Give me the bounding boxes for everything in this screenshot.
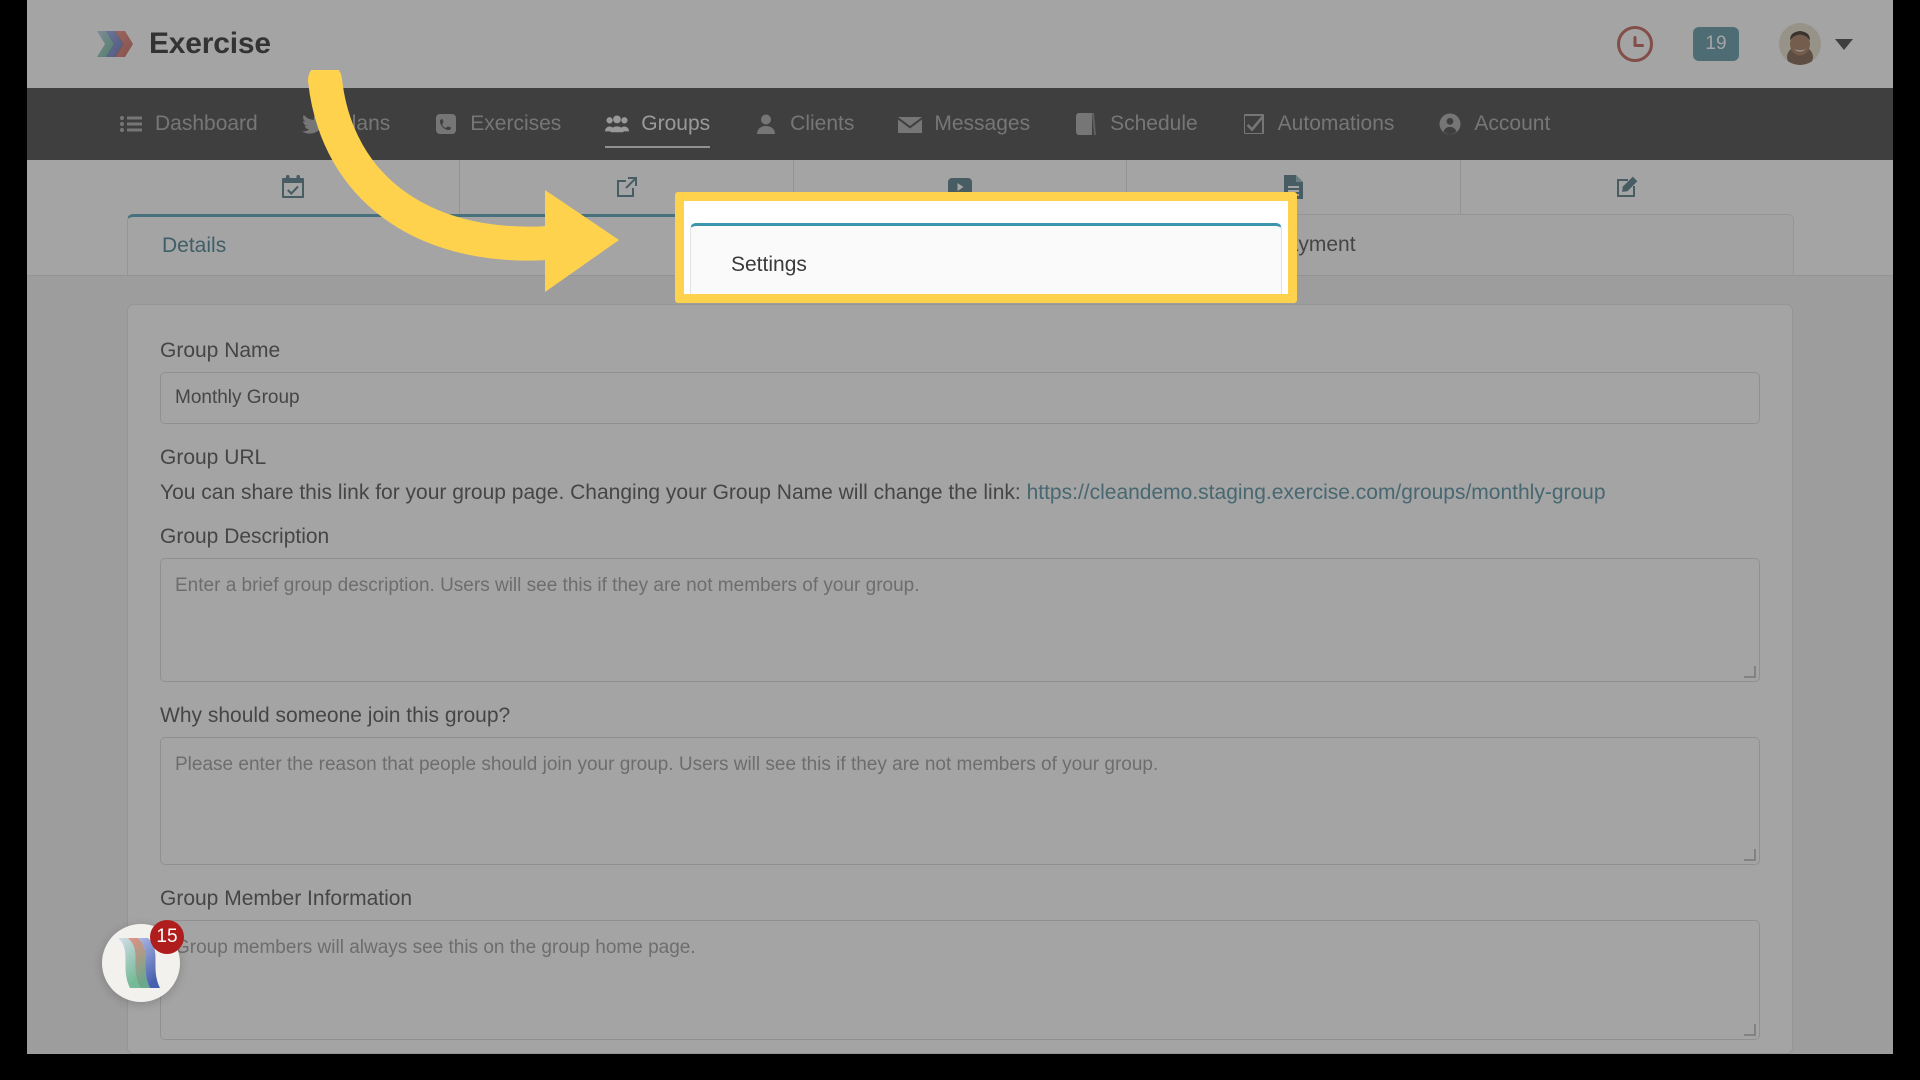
nav-label: Exercises xyxy=(470,112,562,135)
nav-label: Dashboard xyxy=(155,112,258,135)
nav-item-messages[interactable]: Messages xyxy=(876,88,1052,160)
tab-label: Details xyxy=(162,234,227,257)
group-name-input[interactable]: Monthly Group xyxy=(160,372,1760,424)
main-navigation: Dashboard Plans Exercises Groups Clients… xyxy=(27,88,1893,160)
nav-label: Plans xyxy=(337,112,391,135)
group-url-helper-text: You can share this link for your group p… xyxy=(160,481,1021,504)
group-name-label: Group Name xyxy=(160,339,281,362)
nav-label: Automations xyxy=(1277,112,1395,135)
group-url-link[interactable]: https://cleandemo.staging.exercise.com/g… xyxy=(1027,481,1606,504)
group-description-textarea[interactable]: Enter a brief group description. Users w… xyxy=(160,558,1760,683)
letterbox-right xyxy=(1893,0,1920,1080)
content-area: Group Name Monthly Group Group URL You c… xyxy=(27,276,1893,1054)
exercise-chevron-logo-icon xyxy=(95,25,133,63)
account-menu[interactable] xyxy=(1779,23,1853,65)
envelope-icon xyxy=(898,112,923,136)
checkbox-checked-icon xyxy=(1242,112,1266,136)
nav-item-plans[interactable]: Plans xyxy=(280,88,413,160)
calendar-check-icon xyxy=(282,175,305,199)
chat-unread-badge: 15 xyxy=(150,920,184,954)
nav-item-account[interactable]: Account xyxy=(1416,88,1572,160)
clock-icon[interactable] xyxy=(1617,26,1653,62)
header-actions: 19 xyxy=(1617,23,1853,65)
join-reason-label: Why should someone join this group? xyxy=(160,704,511,728)
nav-label: Schedule xyxy=(1110,112,1198,135)
nav-item-clients[interactable]: Clients xyxy=(732,88,876,160)
avatar xyxy=(1779,23,1821,65)
app-header: Exercise 19 xyxy=(27,0,1893,88)
nav-label: Clients xyxy=(790,112,855,135)
join-reason-textarea[interactable]: Please enter the reason that people shou… xyxy=(160,737,1760,866)
brand-name: Exercise xyxy=(149,27,271,60)
nav-label: Account xyxy=(1474,112,1551,135)
tab-icon-calendar-check[interactable] xyxy=(127,160,461,214)
nav-item-dashboard[interactable]: Dashboard xyxy=(97,88,280,160)
person-icon xyxy=(754,112,778,136)
phone-icon xyxy=(434,112,458,136)
group-url-helper: You can share this link for your group p… xyxy=(160,479,1760,507)
member-info-textarea[interactable]: Group members will always see this on th… xyxy=(160,920,1760,1041)
settings-tab-highlight[interactable]: Settings xyxy=(675,192,1297,303)
twitter-bird-icon xyxy=(301,112,326,136)
nav-label: Messages xyxy=(934,112,1031,135)
letterbox-bottom xyxy=(0,1054,1920,1080)
nav-item-exercises[interactable]: Exercises xyxy=(412,88,583,160)
tab-payment[interactable]: Payment xyxy=(1237,214,1794,275)
list-icon xyxy=(119,112,143,136)
app-page: Exercise 19 Dashboard Plans Exercises Gr… xyxy=(27,0,1893,1054)
group-description-label: Group Description xyxy=(160,525,330,549)
chevron-down-icon[interactable] xyxy=(1835,38,1853,50)
tab-details[interactable]: Details xyxy=(127,214,684,275)
nav-label: Groups xyxy=(641,112,711,135)
member-info-label: Group Member Information xyxy=(160,887,413,911)
settings-form-card: Group Name Monthly Group Group URL You c… xyxy=(127,304,1793,1054)
nav-item-automations[interactable]: Automations xyxy=(1220,88,1417,160)
people-group-icon xyxy=(605,112,630,136)
book-icon xyxy=(1074,112,1098,136)
nav-item-schedule[interactable]: Schedule xyxy=(1052,88,1220,160)
edit-pencil-icon xyxy=(1616,176,1638,198)
chat-widget-button[interactable]: 15 xyxy=(102,920,184,1002)
group-url-label: Group URL xyxy=(160,446,267,469)
notification-count-badge[interactable]: 19 xyxy=(1693,27,1739,61)
user-circle-icon xyxy=(1438,112,1462,136)
settings-tab-highlighted-label[interactable]: Settings xyxy=(690,223,1282,294)
nav-item-groups[interactable]: Groups xyxy=(583,88,732,160)
brand[interactable]: Exercise xyxy=(95,25,271,63)
screenshot-stage: Exercise 19 Dashboard Plans Exercises Gr… xyxy=(0,0,1920,1080)
tab-icon-edit-pencil[interactable] xyxy=(1461,160,1793,214)
letterbox-left xyxy=(0,0,27,1080)
external-link-icon xyxy=(616,176,638,198)
